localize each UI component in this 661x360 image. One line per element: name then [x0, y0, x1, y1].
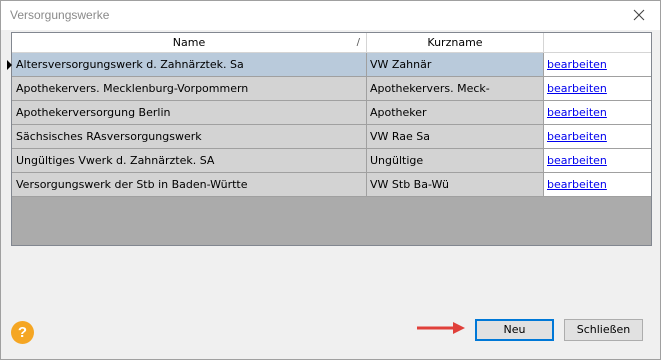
cell-name[interactable]: Apothekerversorgung Berlin: [12, 101, 367, 125]
edit-link[interactable]: bearbeiten: [547, 130, 607, 143]
cell-name[interactable]: Apothekervers. Mecklenburg-Vorpommern: [12, 77, 367, 101]
edit-link[interactable]: bearbeiten: [547, 178, 607, 191]
window-title: Versorgungswerke: [10, 8, 110, 22]
help-icon[interactable]: ?: [11, 321, 34, 344]
cell-action: bearbeiten: [544, 125, 651, 149]
cell-action: bearbeiten: [544, 101, 651, 125]
edit-link[interactable]: bearbeiten: [547, 154, 607, 167]
cell-action: bearbeiten: [544, 149, 651, 173]
versorgungswerke-grid[interactable]: Name / Kurzname Altersversorgungswerk d.…: [7, 32, 652, 246]
cell-kurzname[interactable]: Ungültige: [367, 149, 544, 173]
table-row[interactable]: Versorgungswerk der Stb in Baden-Württe …: [12, 173, 651, 197]
column-header-kurzname-label: Kurzname: [427, 36, 483, 49]
close-icon[interactable]: [624, 3, 654, 27]
cell-kurzname[interactable]: Apothekervers. Meck-: [367, 77, 544, 101]
sort-indicator-icon: /: [356, 37, 360, 48]
edit-link[interactable]: bearbeiten: [547, 82, 607, 95]
edit-link[interactable]: bearbeiten: [547, 58, 607, 71]
cell-name[interactable]: Altersversorgungswerk d. Zahnärztek. Sa: [12, 53, 367, 77]
table-row[interactable]: Altersversorgungswerk d. Zahnärztek. Sa …: [7, 53, 651, 77]
cell-action: bearbeiten: [544, 53, 651, 77]
column-header-kurzname[interactable]: Kurzname: [367, 33, 544, 53]
cell-kurzname[interactable]: VW Zahnär: [367, 53, 544, 77]
new-button[interactable]: Neu: [475, 319, 554, 341]
cell-name[interactable]: Versorgungswerk der Stb in Baden-Württe: [12, 173, 367, 197]
table-row[interactable]: Sächsisches RAsversorgungswerk VW Rae Sa…: [12, 125, 651, 149]
cell-name[interactable]: Sächsisches RAsversorgungswerk: [12, 125, 367, 149]
cell-action: bearbeiten: [544, 173, 651, 197]
table-row[interactable]: Apothekerversorgung Berlin Apotheker bea…: [12, 101, 651, 125]
dialog-window: Versorgungswerke Name / Kurzname Altersv…: [0, 0, 661, 360]
cell-name[interactable]: Ungültiges Vwerk d. Zahnärztek. SA: [12, 149, 367, 173]
grid-header: Name / Kurzname: [12, 33, 651, 53]
title-bar: Versorgungswerke: [1, 1, 660, 30]
edit-link[interactable]: bearbeiten: [547, 106, 607, 119]
table-row[interactable]: Apothekervers. Mecklenburg-Vorpommern Ap…: [12, 77, 651, 101]
column-header-name-label: Name: [172, 36, 206, 49]
cell-kurzname[interactable]: VW Rae Sa: [367, 125, 544, 149]
column-header-action: [544, 33, 651, 53]
cell-kurzname[interactable]: Apotheker: [367, 101, 544, 125]
red-arrow-annotation-icon: [417, 322, 465, 334]
column-header-name[interactable]: Name /: [12, 33, 367, 53]
cell-kurzname[interactable]: VW Stb Ba-Wü: [367, 173, 544, 197]
table-row[interactable]: Ungültiges Vwerk d. Zahnärztek. SA Ungül…: [12, 149, 651, 173]
cell-action: bearbeiten: [544, 77, 651, 101]
close-button[interactable]: Schließen: [564, 319, 643, 341]
